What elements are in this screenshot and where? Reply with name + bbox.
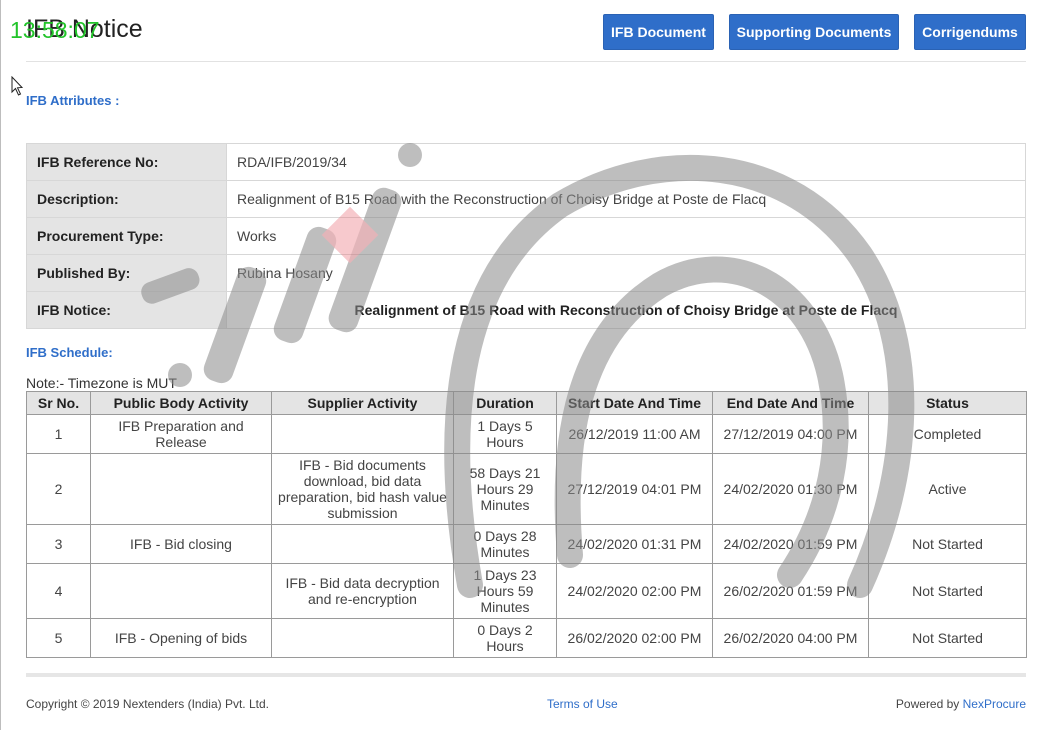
supplier-activity-cell: IFB - Bid documents download, bid data p… (271, 453, 454, 525)
duration-cell: 0 Days 2 Hours (453, 618, 557, 658)
copyright-text: Copyright © 2019 Nextenders (India) Pvt.… (26, 697, 269, 711)
nexprocure-link[interactable]: NexProcure (963, 697, 1026, 711)
attribute-label: IFB Notice: (26, 291, 227, 329)
column-header: Duration (453, 391, 557, 415)
attribute-value: Works (226, 217, 1026, 255)
sr-no-cell: 1 (26, 414, 91, 454)
sr-no-cell: 5 (26, 618, 91, 658)
public-activity-cell (90, 563, 272, 619)
end-time-cell: 24/02/2020 01:30 PM (712, 453, 869, 525)
powered-by-label: Powered by (895, 697, 960, 711)
public-activity-cell (90, 453, 272, 525)
start-time-cell: 26/02/2020 02:00 PM (556, 618, 713, 658)
column-header: Public Body Activity (90, 391, 272, 415)
end-time-cell: 24/02/2020 01:59 PM (712, 524, 869, 564)
attribute-label: Procurement Type: (26, 217, 227, 255)
timezone-note: Note:- Timezone is MUT (26, 375, 177, 391)
end-time-cell: 26/02/2020 01:59 PM (712, 563, 869, 619)
attribute-label: Description: (26, 180, 227, 218)
attribute-row: IFB Reference No: RDA/IFB/2019/34 (26, 143, 1026, 181)
status-cell: Completed (868, 414, 1027, 454)
powered-by: Powered by NexProcure (896, 697, 1026, 711)
column-header: Supplier Activity (271, 391, 454, 415)
duration-cell: 1 Days 23 Hours 59 Minutes (453, 563, 557, 619)
terms-of-use-link[interactable]: Terms of Use (547, 697, 618, 711)
attribute-row: Published By: Rubina Hosany (26, 254, 1026, 292)
sr-no-cell: 3 (26, 524, 91, 564)
ifb-attributes-table: IFB Reference No: RDA/IFB/2019/34 Descri… (26, 143, 1026, 329)
start-time-cell: 24/02/2020 02:00 PM (556, 563, 713, 619)
attribute-value: Rubina Hosany (226, 254, 1026, 292)
start-time-cell: 26/12/2019 11:00 AM (556, 414, 713, 454)
table-header-row: Sr No. Public Body Activity Supplier Act… (26, 391, 1027, 415)
status-cell: Not Started (868, 618, 1027, 658)
attribute-value: Realignment of B15 Road with Reconstruct… (226, 291, 1026, 329)
attribute-row: Procurement Type: Works (26, 217, 1026, 255)
ifb-attributes-heading: IFB Attributes : (26, 93, 120, 108)
status-cell: Not Started (868, 524, 1027, 564)
column-header: Start Date And Time (556, 391, 713, 415)
corrigendums-button[interactable]: Corrigendums (914, 14, 1026, 50)
attribute-row: IFB Notice: Realignment of B15 Road with… (26, 291, 1026, 329)
timestamp-overlay: 13:58:07 (10, 17, 100, 43)
duration-cell: 58 Days 21 Hours 29 Minutes (453, 453, 557, 525)
supplier-activity-cell (271, 414, 454, 454)
attribute-value: Realignment of B15 Road with the Reconst… (226, 180, 1026, 218)
start-time-cell: 24/02/2020 01:31 PM (556, 524, 713, 564)
sr-no-cell: 2 (26, 453, 91, 525)
column-header: Status (868, 391, 1027, 415)
column-header: Sr No. (26, 391, 91, 415)
ifb-document-button[interactable]: IFB Document (603, 14, 714, 50)
header-divider (26, 61, 1026, 62)
mouse-cursor-icon (11, 76, 24, 96)
duration-cell: 0 Days 28 Minutes (453, 524, 557, 564)
left-border (0, 0, 1, 730)
table-row: 4 IFB - Bid data decryption and re-encry… (26, 563, 1027, 619)
ifb-schedule-table: Sr No. Public Body Activity Supplier Act… (26, 391, 1027, 658)
attribute-value: RDA/IFB/2019/34 (226, 143, 1026, 181)
table-row: 5 IFB - Opening of bids 0 Days 2 Hours 2… (26, 618, 1027, 658)
column-header: End Date And Time (712, 391, 869, 415)
end-time-cell: 26/02/2020 04:00 PM (712, 618, 869, 658)
status-cell: Active (868, 453, 1027, 525)
attribute-label: Published By: (26, 254, 227, 292)
table-row: 2 IFB - Bid documents download, bid data… (26, 453, 1027, 525)
table-row: 3 IFB - Bid closing 0 Days 28 Minutes 24… (26, 524, 1027, 564)
public-activity-cell: IFB - Opening of bids (90, 618, 272, 658)
start-time-cell: 27/12/2019 04:01 PM (556, 453, 713, 525)
supplier-activity-cell: IFB - Bid data decryption and re-encrypt… (271, 563, 454, 619)
end-time-cell: 27/12/2019 04:00 PM (712, 414, 869, 454)
public-activity-cell: IFB - Bid closing (90, 524, 272, 564)
supporting-documents-button[interactable]: Supporting Documents (729, 14, 899, 50)
status-cell: Not Started (868, 563, 1027, 619)
supplier-activity-cell (271, 618, 454, 658)
attribute-row: Description: Realignment of B15 Road wit… (26, 180, 1026, 218)
duration-cell: 1 Days 5 Hours (453, 414, 557, 454)
footer-divider (26, 673, 1026, 677)
ifb-schedule-heading: IFB Schedule: (26, 345, 113, 360)
sr-no-cell: 4 (26, 563, 91, 619)
attribute-label: IFB Reference No: (26, 143, 227, 181)
public-activity-cell: IFB Preparation and Release (90, 414, 272, 454)
supplier-activity-cell (271, 524, 454, 564)
table-row: 1 IFB Preparation and Release 1 Days 5 H… (26, 414, 1027, 454)
